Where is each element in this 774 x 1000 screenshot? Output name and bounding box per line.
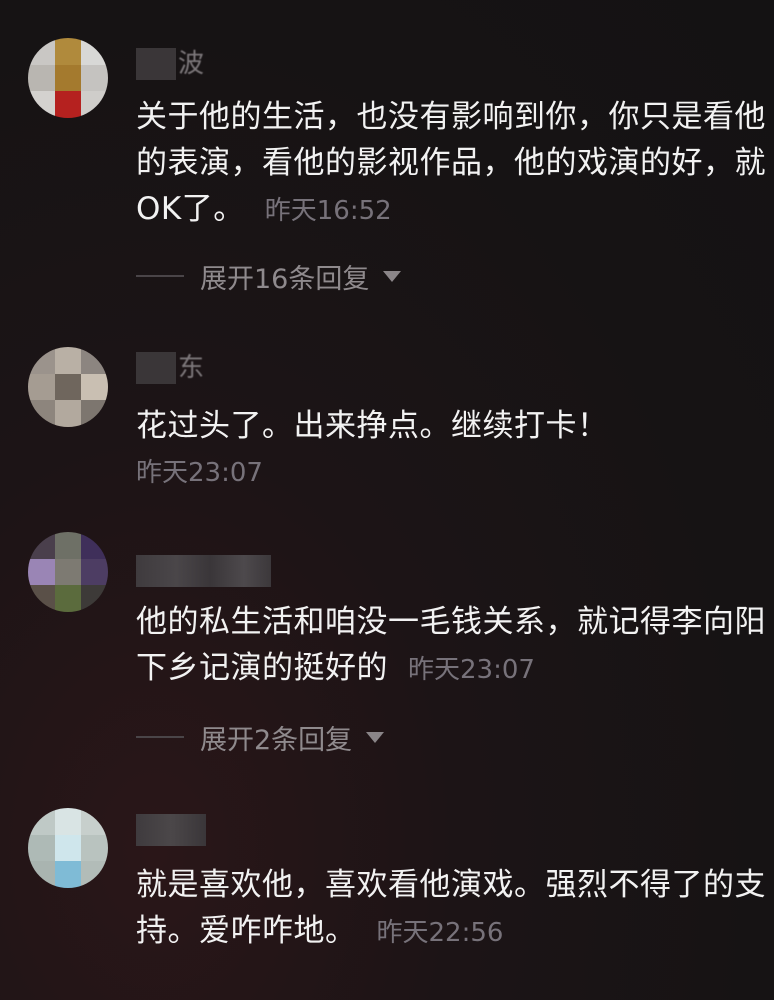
avatar[interactable] <box>28 347 108 427</box>
username-tail: 波 <box>178 49 205 79</box>
username-tail: 东 <box>178 353 205 383</box>
divider-dash <box>136 275 184 277</box>
comment-time: 昨天23:07 <box>136 458 263 488</box>
username-blurred <box>136 555 271 587</box>
caret-down-icon <box>366 731 385 743</box>
username-blurred <box>136 48 176 80</box>
expand-replies-label: 展开2条回复 <box>200 724 353 756</box>
comment-time: 昨天16:52 <box>264 196 392 226</box>
comment-text: 就是喜欢他，喜欢看他演戏。强烈不得了的支持。爱咋咋地。 昨天22:56 <box>136 862 766 956</box>
comment-body: 花过头了。出来挣点。继续打卡！ <box>136 408 609 444</box>
comment-text: 关于他的生活，也没有影响到你，你只是看他的表演，看他的影视作品，他的戏演的好，就… <box>136 94 766 234</box>
username[interactable]: 东 <box>136 352 204 384</box>
avatar[interactable] <box>28 532 108 612</box>
divider-dash <box>136 736 184 738</box>
comment-time: 昨天23:07 <box>408 655 535 685</box>
comment-text: 他的私生活和咱没一毛钱关系，就记得李向阳下乡记演的挺好的 昨天23:07 <box>136 599 766 693</box>
username-blurred <box>136 352 176 384</box>
username[interactable] <box>136 814 206 846</box>
caret-down-icon <box>383 270 402 282</box>
expand-replies-button[interactable]: 展开16条回复 <box>136 258 402 295</box>
comment-text: 花过头了。出来挣点。继续打卡！ <box>136 403 766 449</box>
username[interactable] <box>136 555 271 587</box>
expand-replies-label: 展开16条回复 <box>200 263 370 295</box>
avatar[interactable] <box>28 38 108 118</box>
username-blurred <box>136 814 206 846</box>
comment-time: 昨天22:56 <box>376 918 504 948</box>
expand-replies-button[interactable]: 展开2条回复 <box>136 719 385 756</box>
avatar[interactable] <box>28 808 108 888</box>
username[interactable]: 波 <box>136 48 204 80</box>
comment-body: 关于他的生活，也没有影响到你，你只是看他的表演，看他的影视作品，他的戏演的好，就… <box>136 99 766 227</box>
